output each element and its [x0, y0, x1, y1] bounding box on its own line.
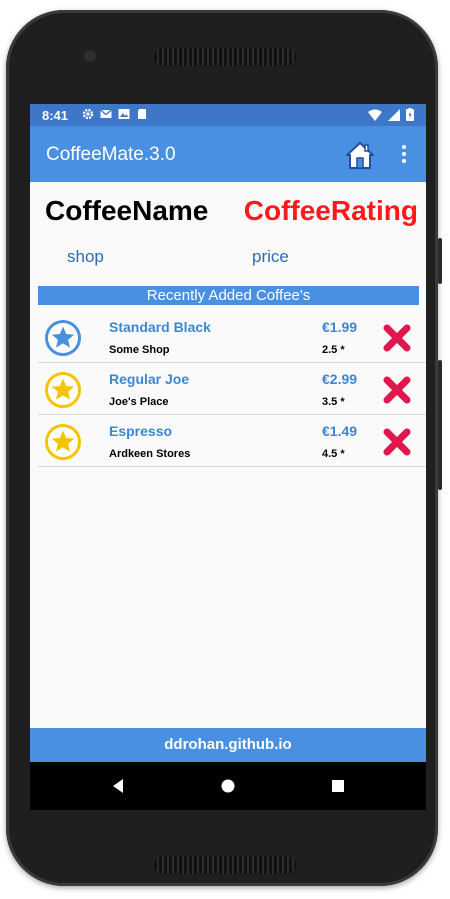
star-icon[interactable] [44, 371, 82, 409]
sd-card-icon [138, 109, 146, 119]
wifi-icon [368, 109, 382, 121]
volume-button [438, 238, 442, 284]
coffee-shop: Some Shop [109, 344, 170, 356]
list-item[interactable]: Regular Joe Joe's Place €2.99 3.5 * [38, 363, 426, 415]
recent-coffees-heading: Recently Added Coffee's [38, 286, 419, 305]
photo-icon [118, 109, 130, 119]
status-time: 8:41 [42, 108, 69, 123]
signal-icon [388, 108, 400, 121]
star-icon[interactable] [44, 423, 82, 461]
coffee-rating: 4.5 * [322, 448, 345, 460]
coffee-shop: Ardkeen Stores [109, 448, 191, 460]
bottom-speaker [154, 856, 296, 874]
coffee-name: Regular Joe [109, 371, 190, 387]
home-nav-icon[interactable] [220, 778, 236, 794]
nav-bar [30, 762, 426, 810]
coffee-rating: 3.5 * [322, 396, 345, 408]
coffee-price: €2.99 [322, 371, 358, 387]
footer-link[interactable]: ddrohan.github.io [30, 728, 426, 762]
delete-cross-icon[interactable] [382, 427, 412, 457]
status-bar: 8:41 [30, 104, 426, 126]
gmail-icon [100, 109, 112, 118]
list-item[interactable]: Espresso Ardkeen Stores €1.49 4.5 * [38, 415, 426, 467]
shop-label: shop [67, 247, 104, 266]
coffee-shop: Joe's Place [109, 396, 169, 408]
power-button [438, 360, 442, 490]
coffee-name-heading: CoffeeName [45, 195, 209, 226]
status-system-icons [368, 108, 414, 121]
price-label: price [252, 247, 289, 266]
status-notification-icons [82, 108, 148, 120]
app-title: CoffeeMate.3.0 [46, 144, 176, 165]
star-icon[interactable] [44, 319, 82, 357]
app-bar: CoffeeMate.3.0 [30, 126, 426, 182]
coffee-name: Standard Black [109, 319, 211, 335]
delete-cross-icon[interactable] [382, 323, 412, 353]
delete-cross-icon[interactable] [382, 375, 412, 405]
coffee-rating-heading: CoffeeRating [243, 195, 418, 226]
home-icon[interactable] [344, 139, 376, 171]
coffee-price: €1.49 [322, 423, 358, 439]
top-speaker [154, 48, 296, 66]
settings-icon [82, 108, 94, 120]
battery-icon [406, 108, 414, 121]
recents-icon[interactable] [330, 778, 346, 794]
coffee-rating: 2.5 * [322, 344, 345, 356]
coffee-price: €1.99 [322, 319, 358, 335]
more-vert-icon[interactable] [398, 142, 410, 166]
screen: 8:41 CoffeeMate.3.0 CoffeeName CoffeeRat… [30, 104, 426, 810]
back-icon[interactable] [110, 778, 126, 794]
front-camera [84, 50, 96, 62]
phone-frame: 8:41 CoffeeMate.3.0 CoffeeName CoffeeRat… [6, 10, 438, 886]
coffee-name: Espresso [109, 423, 173, 439]
list-item[interactable]: Standard Black Some Shop €1.99 2.5 * [38, 311, 426, 363]
